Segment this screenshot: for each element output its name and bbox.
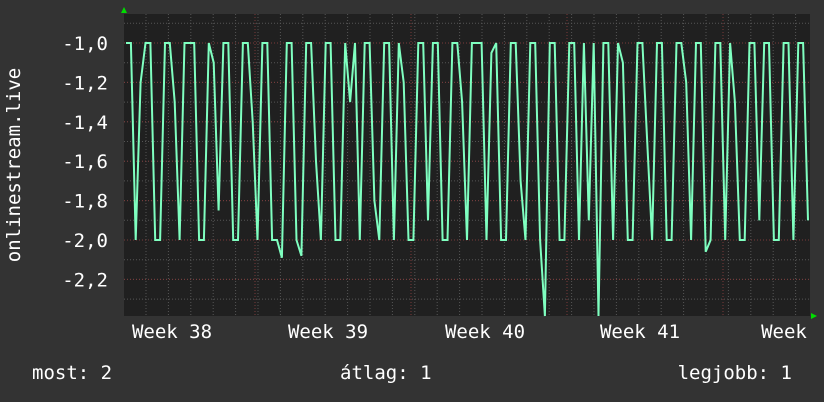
y-tick-label: -1,0 [62, 33, 108, 55]
legend-current: most: 2 [32, 362, 113, 384]
y-tick-label: -1,2 [62, 72, 108, 94]
y-tick-label: -1,6 [62, 151, 108, 173]
y-axis-label: onlinestream.live [3, 68, 25, 262]
legend-average: átlag: 1 [340, 362, 432, 384]
plot-area [124, 14, 810, 316]
x-axis-arrow-icon [811, 313, 817, 319]
x-tick-label: Week 41 [600, 321, 680, 343]
x-tick-label: Week 40 [445, 321, 525, 343]
y-tick-label: -1,4 [62, 112, 108, 134]
y-tick-label: -2,0 [62, 230, 108, 252]
y-tick-label: -2,2 [62, 269, 108, 291]
chart: -1,0 -1,2 -1,4 -1,6 -1,8 -2,0 -2,2 Week 38 Week… [3, 7, 817, 343]
y-tick-label: -1,8 [62, 191, 108, 213]
x-tick-label: Week [761, 321, 807, 343]
x-tick-label: Week 39 [288, 321, 368, 343]
legend-best: legjobb: 1 [677, 362, 792, 384]
x-tick-label: Week 38 [132, 321, 212, 343]
y-axis-arrow-icon [121, 7, 127, 13]
